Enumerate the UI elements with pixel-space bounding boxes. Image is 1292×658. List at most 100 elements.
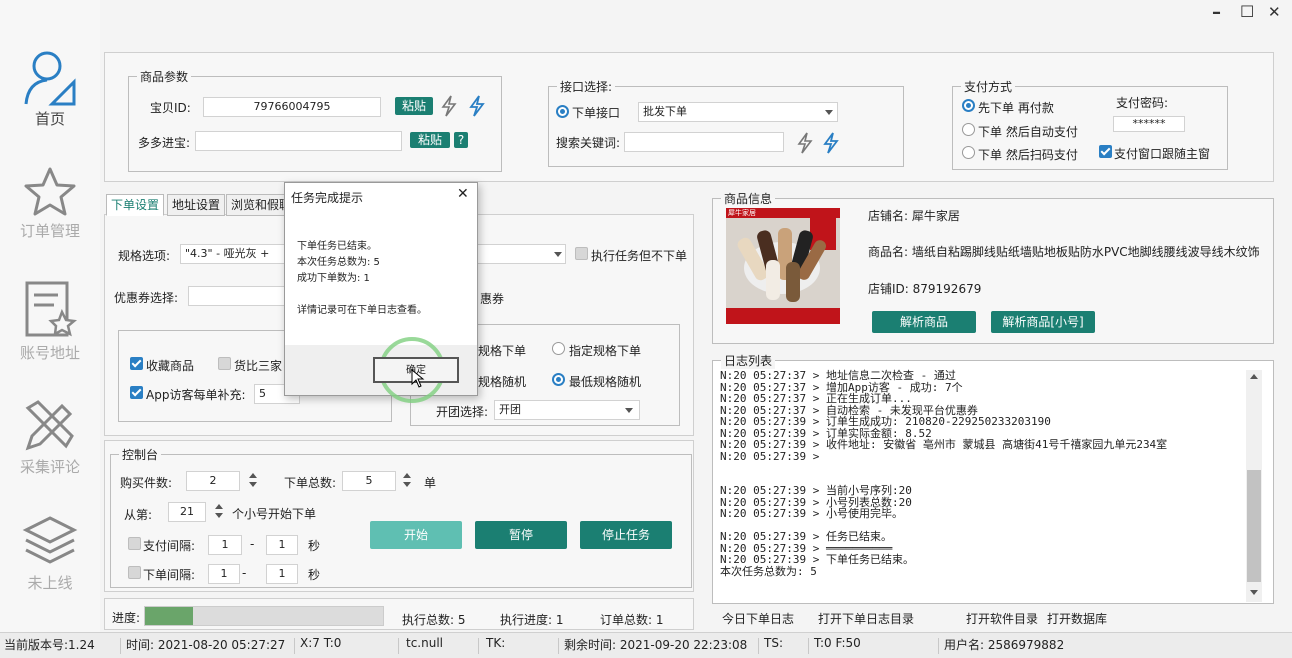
- nav-accounts-label: 账号地址: [19, 344, 80, 362]
- follow-window-checkbox[interactable]: [1099, 145, 1112, 158]
- log-line: N:20 05:27:39 > 任务已结束。: [720, 530, 892, 543]
- order-api-radio[interactable]: [556, 105, 569, 118]
- order-interval-checkbox[interactable]: [128, 566, 141, 579]
- follow-window-label: 支付窗口跟随主窗: [1114, 147, 1211, 161]
- paste-item-id-button[interactable]: 粘贴: [395, 97, 433, 115]
- lightning-gray-icon[interactable]: [796, 132, 814, 154]
- order-api-select[interactable]: 批发下单: [638, 102, 838, 122]
- chevron-down-icon: [554, 252, 562, 257]
- auto-pay-label: 下单 然后自动支付: [978, 125, 1078, 139]
- product-info-title: 商品信息: [724, 192, 773, 206]
- compare-checkbox[interactable]: [218, 357, 231, 370]
- log-scrollbar-thumb[interactable]: [1247, 470, 1261, 582]
- pay-interval-sec: 秒: [308, 539, 321, 553]
- stop-button[interactable]: 停止任务: [580, 521, 672, 549]
- exec-no-order-checkbox[interactable]: [575, 247, 588, 260]
- status-ts: TS:: [764, 636, 783, 650]
- duo-label: 多多进宝:: [138, 136, 191, 150]
- interface-title: 接口选择:: [560, 80, 613, 94]
- nav-home[interactable]: 首页: [0, 48, 100, 129]
- pay-interval-dash: -: [250, 537, 255, 551]
- keyword-input[interactable]: [624, 132, 784, 152]
- product-thumbnail: 犀牛家居: [726, 208, 840, 324]
- status-tf: T:0 F:50: [814, 636, 861, 650]
- paste-duo-button[interactable]: 粘贴: [410, 132, 450, 148]
- log-line: N:20 05:27:37 > 地址信息二次检查 - 通过: [720, 369, 956, 382]
- shop-id: 店铺ID: 879192679: [868, 282, 982, 296]
- nav-orders[interactable]: 订单管理: [0, 166, 100, 241]
- dialog-close-icon[interactable]: ✕: [457, 186, 469, 202]
- qty-input[interactable]: 2: [186, 471, 240, 491]
- collect-label: 收藏商品: [146, 359, 195, 373]
- order-interval-sec: 秒: [308, 568, 321, 582]
- exec-no-order-label: 执行任务但不下单: [591, 249, 688, 263]
- product-rolls-image: [737, 228, 826, 302]
- maximize-button[interactable]: ☐: [1240, 2, 1254, 21]
- order-interval-label: 下单间隔:: [143, 568, 196, 582]
- total-input[interactable]: 5: [342, 471, 396, 491]
- auto-pay-radio[interactable]: [962, 123, 975, 136]
- app-visit-checkbox[interactable]: [130, 386, 143, 399]
- today-log-button[interactable]: 今日下单日志: [722, 610, 794, 627]
- order-interval-min[interactable]: 1: [208, 564, 240, 584]
- pay-interval-checkbox[interactable]: [128, 537, 141, 550]
- exec-progress-label: 执行进度: 1: [500, 613, 564, 627]
- task-complete-dialog: 任务完成提示 ✕ 下单任务已结束。 本次任务总数为: 5 成功下单数为: 1 详…: [284, 182, 478, 403]
- pay-interval-label: 支付间隔:: [143, 539, 196, 553]
- from-input[interactable]: 21: [168, 502, 206, 522]
- scan-pay-radio[interactable]: [962, 146, 975, 159]
- total-spinner[interactable]: [400, 470, 414, 490]
- log-text: N:20 05:27:37 > 地址信息二次检查 - 通过 N:20 05:27:…: [720, 370, 1242, 577]
- open-log-dir-button[interactable]: 打开下单日志目录: [818, 610, 914, 627]
- parse-product-small-button[interactable]: 解析商品[小号]: [991, 311, 1095, 333]
- tab-order-settings[interactable]: 下单设置: [106, 194, 165, 216]
- pay-password-input[interactable]: ******: [1113, 116, 1185, 132]
- coupon-tail-label: 惠券: [480, 292, 505, 306]
- collect-checkbox[interactable]: [130, 357, 143, 370]
- lowest-random-radio[interactable]: [552, 373, 565, 386]
- start-button[interactable]: 开始: [370, 521, 462, 549]
- qty-spinner[interactable]: [246, 470, 260, 490]
- log-scrollbar[interactable]: [1246, 370, 1262, 602]
- nav-offline[interactable]: 未上线: [0, 514, 100, 593]
- item-id-label: 宝贝ID:: [150, 101, 191, 115]
- open-soft-dir-button[interactable]: 打开软件目录: [966, 610, 1038, 627]
- specified-spec-label: 指定规格下单: [569, 344, 642, 358]
- layers-icon: [22, 516, 78, 564]
- exec-total-label: 执行总数: 5: [402, 613, 466, 627]
- spec-random-label: 规格随机: [478, 375, 527, 389]
- nav-comments[interactable]: 采集评论: [0, 398, 100, 477]
- status-time: 时间: 2021-08-20 05:27:27: [126, 638, 286, 652]
- pay-interval-min[interactable]: 1: [208, 535, 242, 555]
- order-interval-max[interactable]: 1: [266, 564, 298, 584]
- parse-product-button[interactable]: 解析商品: [872, 311, 976, 333]
- tab-address-settings[interactable]: 地址设置: [167, 194, 226, 216]
- minimize-button[interactable]: –: [1212, 2, 1221, 23]
- lightning-blue-icon[interactable]: [822, 132, 840, 154]
- status-tc: tc.null: [406, 636, 443, 650]
- status-xt: X:7 T:0: [300, 636, 342, 650]
- qty-label: 购买件数:: [120, 476, 173, 490]
- lightning-gray-icon[interactable]: [440, 95, 458, 117]
- pencil-ruler-icon: [25, 400, 74, 451]
- pause-button[interactable]: 暂停: [475, 521, 567, 549]
- status-user: 用户名: 2586979882: [944, 638, 1065, 652]
- product-params-title: 商品参数: [140, 70, 189, 84]
- group-select[interactable]: 开团: [494, 400, 640, 420]
- nav-accounts[interactable]: 账号地址: [0, 280, 100, 363]
- lightning-blue-icon[interactable]: [468, 95, 486, 117]
- open-db-button[interactable]: 打开数据库: [1047, 610, 1107, 627]
- order-total-label: 订单总数: 1: [600, 613, 664, 627]
- close-button[interactable]: ✕: [1268, 3, 1281, 21]
- coupon-select[interactable]: [188, 286, 288, 306]
- duo-input[interactable]: [195, 131, 402, 151]
- spec-order-label: 规格下单: [478, 344, 527, 358]
- help-button[interactable]: ?: [454, 132, 468, 148]
- item-id-input[interactable]: 79766004795: [203, 97, 381, 117]
- from-spinner[interactable]: [212, 501, 226, 521]
- star-icon: [24, 167, 76, 216]
- specified-spec-radio[interactable]: [552, 342, 565, 355]
- tab-browse-chat[interactable]: 浏览和假聊: [226, 194, 286, 216]
- pay-later-radio[interactable]: [962, 99, 975, 112]
- pay-interval-max[interactable]: 1: [266, 535, 298, 555]
